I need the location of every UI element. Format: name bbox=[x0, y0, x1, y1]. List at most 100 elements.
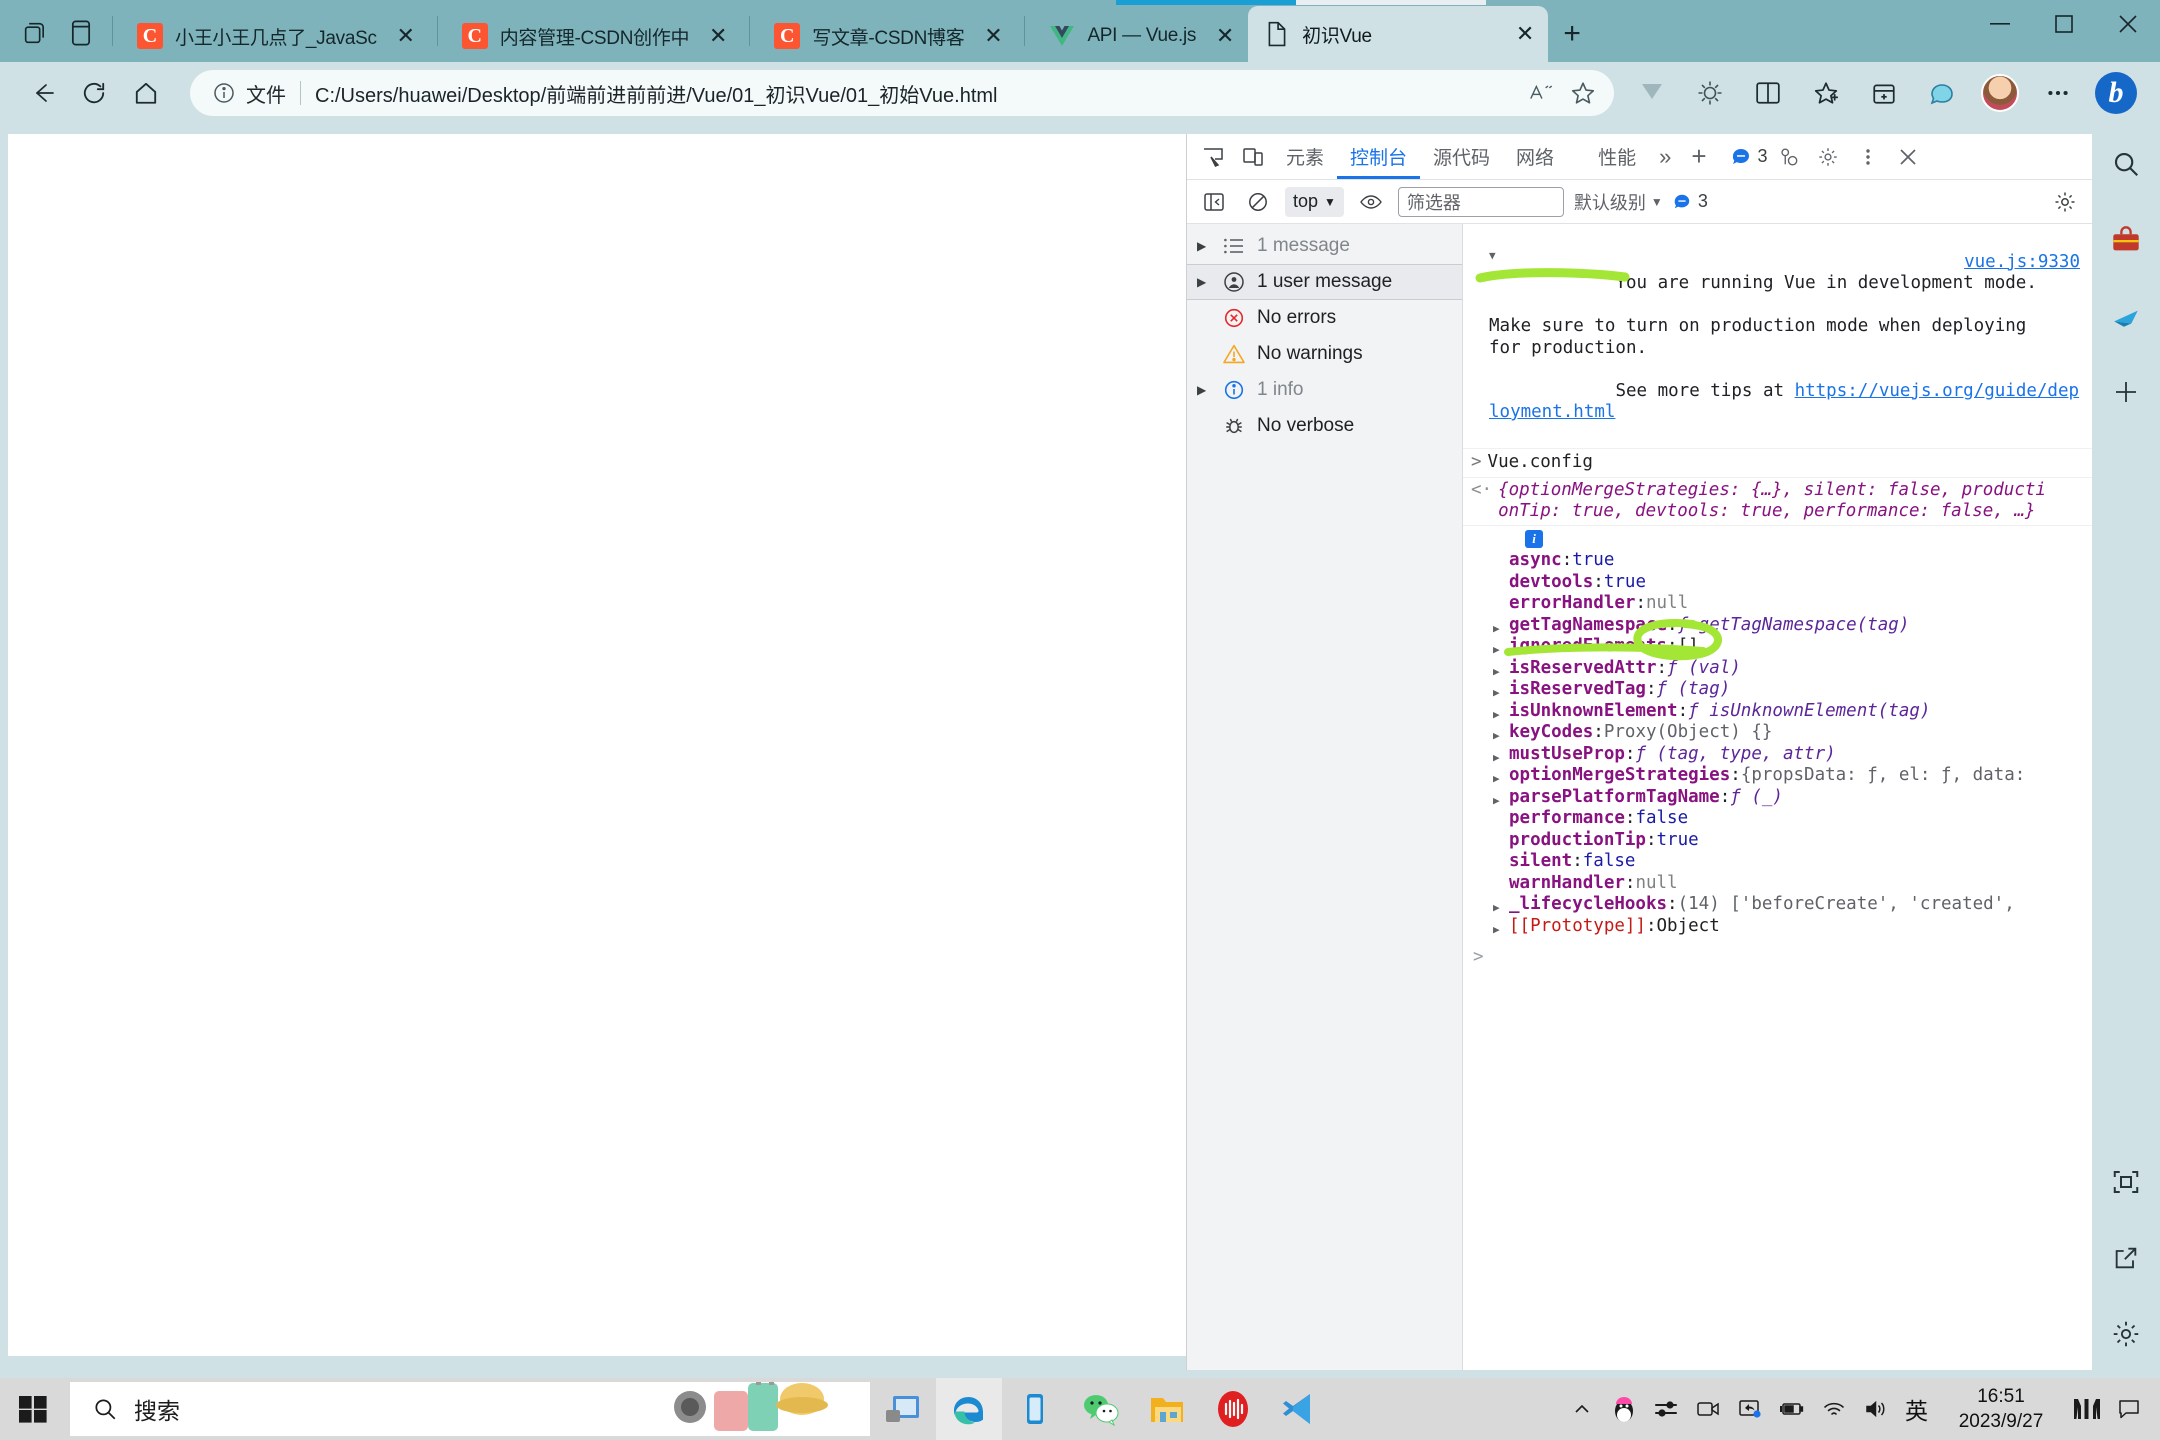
open-window-icon[interactable] bbox=[2102, 1234, 2150, 1282]
sidebar-item-info[interactable]: ▶ 1 info bbox=[1187, 372, 1462, 408]
copilot-icon[interactable] bbox=[1914, 67, 1970, 119]
volume-icon[interactable] bbox=[1855, 1378, 1897, 1440]
qq-icon[interactable] bbox=[1603, 1378, 1645, 1440]
split-screen-icon[interactable] bbox=[1740, 67, 1796, 119]
back-button[interactable] bbox=[16, 67, 68, 119]
games-icon[interactable] bbox=[2102, 292, 2150, 340]
msi-center-icon[interactable] bbox=[2066, 1378, 2108, 1440]
console-result-row[interactable]: <· {optionMergeStrategies: {…}, silent: … bbox=[1463, 249, 2092, 526]
tab-item-1[interactable]: C 内容管理-CSDN创作中 ✕ bbox=[446, 10, 742, 62]
expand-triangle-icon[interactable]: ▶ bbox=[1493, 919, 1505, 941]
battery-icon[interactable] bbox=[1771, 1378, 1813, 1440]
tab-close-icon[interactable]: ✕ bbox=[1208, 19, 1242, 53]
device-toolbar-icon[interactable] bbox=[1233, 137, 1273, 177]
object-property-row[interactable]: ▶ keyCodes: Proxy(Object) {} bbox=[1463, 722, 2092, 744]
tab-item-2[interactable]: C 写文章-CSDN博客 ✕ bbox=[758, 10, 1016, 62]
object-property-row[interactable]: errorHandler: null bbox=[1463, 593, 2092, 615]
console-settings-gear-icon[interactable] bbox=[2048, 185, 2082, 219]
tab-close-icon[interactable]: ✕ bbox=[1508, 17, 1542, 51]
search-icon[interactable] bbox=[2102, 140, 2150, 188]
taskbar-app-vscode[interactable] bbox=[1266, 1378, 1332, 1440]
sidebar-item-errors[interactable]: ▶ No errors bbox=[1187, 300, 1462, 336]
console-input-row[interactable]: > Vue.config bbox=[1463, 449, 2092, 478]
refresh-button[interactable] bbox=[68, 67, 120, 119]
bing-icon[interactable]: b bbox=[2088, 67, 2144, 119]
expand-triangle-icon[interactable]: ▶ bbox=[1197, 383, 1211, 397]
object-property-row[interactable]: ▶ _lifecycleHooks: (14) ['beforeCreate',… bbox=[1463, 894, 2092, 916]
object-property-row[interactable]: ▶ mustUseProp: ƒ (tag, type, attr) bbox=[1463, 744, 2092, 766]
sidebar-item-messages[interactable]: ▶ 1 message bbox=[1187, 228, 1462, 264]
inspect-element-icon[interactable] bbox=[1193, 137, 1233, 177]
object-property-row[interactable]: ▶ getTagNamespace: ƒ getTagNamespace(tag… bbox=[1463, 615, 2092, 637]
browser-essentials-icon[interactable] bbox=[1682, 67, 1738, 119]
devtools-settings-icon[interactable] bbox=[1808, 137, 1848, 177]
collections-icon[interactable] bbox=[1624, 67, 1680, 119]
read-aloud-icon[interactable] bbox=[1520, 72, 1562, 114]
devtools-tab-performance[interactable]: 性能 bbox=[1585, 135, 1649, 179]
expand-triangle-icon[interactable]: ▶ bbox=[1197, 275, 1211, 289]
execution-context-selector[interactable]: top ▼ bbox=[1285, 186, 1344, 217]
tab-list-icon[interactable] bbox=[58, 10, 104, 56]
console-output[interactable]: vue.js:9330 You are running Vue in devel… bbox=[1463, 224, 2092, 1370]
sidebar-item-warnings[interactable]: ▶ No warnings bbox=[1187, 336, 1462, 372]
address-bar[interactable]: 文件 C:/Users/huawei/Desktop/前端前进前前进/Vue/0… bbox=[190, 70, 1614, 116]
start-icon[interactable] bbox=[0, 1378, 66, 1440]
object-property-row[interactable]: ▶ isUnknownElement: ƒ isUnknownElement(t… bbox=[1463, 701, 2092, 723]
console-filter-input[interactable]: 筛选器 bbox=[1397, 186, 1564, 217]
devtools-add-panel-icon[interactable]: + bbox=[1681, 141, 1716, 172]
expand-triangle-icon[interactable]: ▶ bbox=[1197, 239, 1211, 253]
close-button[interactable] bbox=[2096, 0, 2160, 48]
object-property-row[interactable]: ▶ optionMergeStrategies: {propsData: ƒ, … bbox=[1463, 765, 2092, 787]
object-property-row[interactable]: ▶ ignoredElements: [] bbox=[1463, 636, 2092, 658]
minimize-button[interactable] bbox=[1968, 0, 2032, 48]
sidebar-item-user-messages[interactable]: ▶ 1 user message bbox=[1187, 264, 1462, 300]
collapse-triangle-icon[interactable]: ▼ bbox=[1489, 245, 1496, 267]
taskbar-clock[interactable]: 16:51 2023/9/27 bbox=[1936, 1384, 2066, 1434]
favorite-icon[interactable] bbox=[1562, 72, 1604, 114]
tab-actions-icon[interactable] bbox=[12, 10, 58, 56]
console-next-prompt[interactable]: > bbox=[1463, 941, 2092, 972]
tab-item-4-active[interactable]: 初识Vue ✕ bbox=[1248, 6, 1549, 62]
add-icon[interactable] bbox=[2102, 368, 2150, 416]
info-badge-icon[interactable]: i bbox=[1525, 529, 1543, 548]
screenshot-icon[interactable] bbox=[2102, 1158, 2150, 1206]
taskbar-app-phone-link[interactable] bbox=[1002, 1378, 1068, 1440]
site-info-icon[interactable] bbox=[210, 79, 238, 107]
settings-sliders-icon[interactable] bbox=[1645, 1378, 1687, 1440]
object-property-row[interactable]: warnHandler: null bbox=[1463, 873, 2092, 895]
wifi-icon[interactable] bbox=[1813, 1378, 1855, 1440]
taskbar-search-box[interactable]: 搜索 bbox=[70, 1382, 870, 1436]
more-options-icon[interactable] bbox=[1848, 137, 1888, 177]
tab-item-3[interactable]: API — Vue.js ✕ bbox=[1033, 10, 1248, 62]
settings-more-icon[interactable] bbox=[2030, 67, 2086, 119]
console-issues-badge[interactable]: 3 bbox=[1673, 191, 1708, 212]
close-devtools-icon[interactable] bbox=[1888, 137, 1928, 177]
clear-console-icon[interactable] bbox=[1241, 185, 1275, 219]
tab-item-0[interactable]: C 小王小王几点了_JavaSc ✕ bbox=[121, 10, 429, 62]
object-property-row-prototype[interactable]: ▶ [[Prototype]]: Object bbox=[1463, 916, 2092, 938]
devtools-cog-alt-icon[interactable] bbox=[1768, 137, 1808, 177]
taskbar-app-wechat[interactable] bbox=[1068, 1378, 1134, 1440]
taskbar-app-netease-music[interactable] bbox=[1200, 1378, 1266, 1440]
devtools-tab-sources[interactable]: 源代码 bbox=[1420, 135, 1503, 179]
object-property-row[interactable]: ▶ isReservedTag: ƒ (tag) bbox=[1463, 679, 2092, 701]
settings-icon[interactable] bbox=[2102, 1310, 2150, 1358]
object-property-row[interactable]: async: true bbox=[1463, 550, 2092, 572]
devtools-overflow-icon[interactable]: » bbox=[1649, 144, 1681, 170]
share-screen-icon[interactable] bbox=[1729, 1378, 1771, 1440]
profile-avatar[interactable] bbox=[1972, 67, 2028, 119]
devtools-issues-badge[interactable]: 3 bbox=[1731, 146, 1768, 167]
camera-icon[interactable] bbox=[1687, 1378, 1729, 1440]
favorites-icon[interactable] bbox=[1798, 67, 1854, 119]
shopping-icon[interactable] bbox=[2102, 216, 2150, 264]
show-hidden-icons-chevron[interactable] bbox=[1561, 1378, 1603, 1440]
devtools-tab-network[interactable]: 网络 bbox=[1503, 135, 1567, 179]
console-source-link[interactable]: vue.js:9330 bbox=[1964, 252, 2080, 274]
log-level-selector[interactable]: 默认级别 ▼ bbox=[1574, 189, 1663, 215]
devtools-tab-console[interactable]: 控制台 bbox=[1337, 135, 1420, 179]
sidebar-item-verbose[interactable]: ▶ No verbose bbox=[1187, 408, 1462, 444]
notification-icon[interactable] bbox=[2108, 1378, 2150, 1440]
maximize-button[interactable] bbox=[2032, 0, 2096, 48]
ime-language-indicator[interactable]: 英 bbox=[1897, 1392, 1936, 1426]
taskbar-app-file-explorer[interactable] bbox=[1134, 1378, 1200, 1440]
